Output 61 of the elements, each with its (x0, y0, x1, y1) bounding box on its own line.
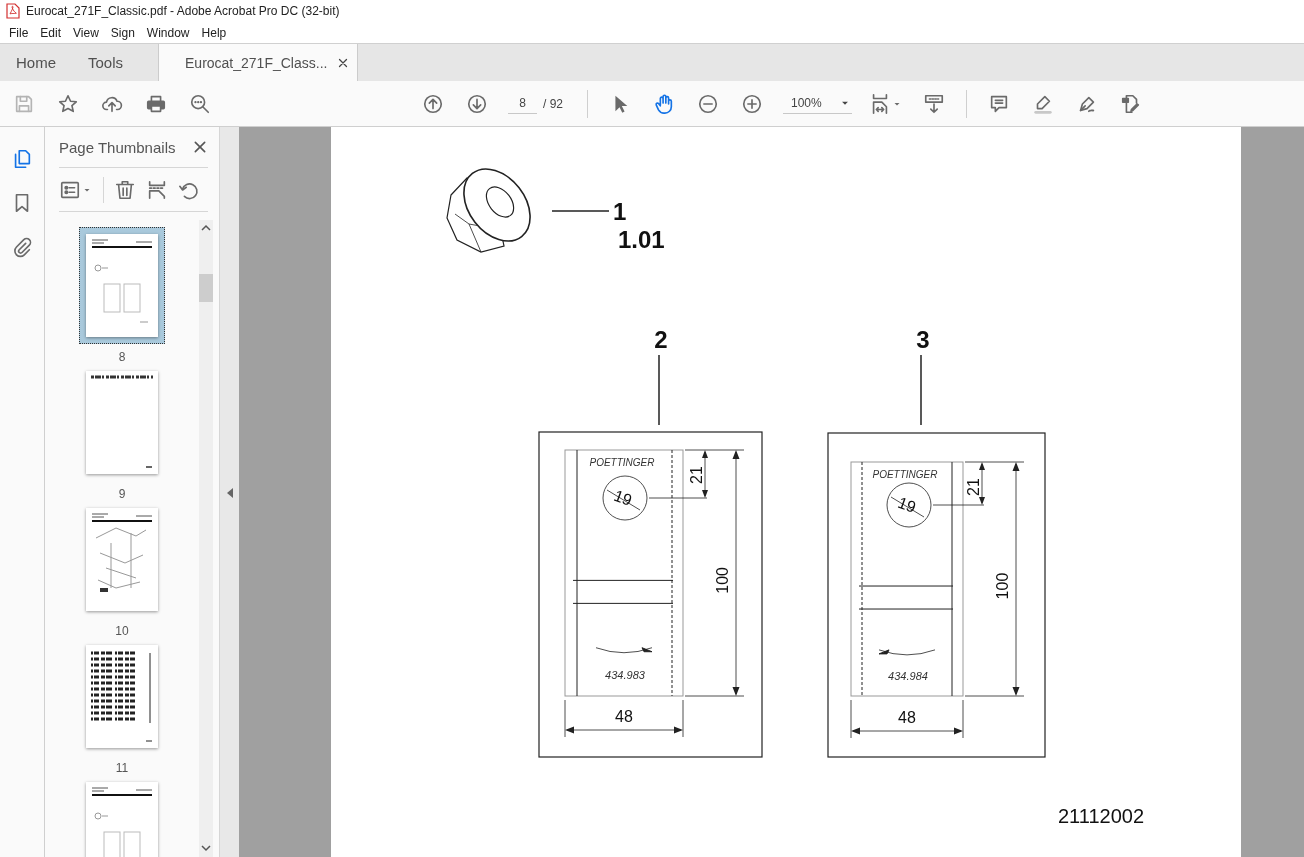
close-icon[interactable] (337, 56, 350, 69)
page-count: / 92 (543, 96, 564, 111)
star-icon[interactable] (57, 92, 79, 115)
page-thumbnail[interactable] (86, 371, 158, 474)
hand-icon[interactable] (653, 92, 675, 115)
part-number: 1.01 (618, 226, 665, 253)
zoom-field[interactable]: 100% (783, 93, 852, 114)
page-thumbnail[interactable] (86, 782, 158, 857)
search-icon[interactable] (189, 92, 211, 115)
dimension-text: 19 (895, 493, 919, 516)
dimension-text: 21 (688, 466, 705, 484)
page-label: 10 (115, 624, 129, 638)
document-tab[interactable]: Eurocat_271F_Class... (158, 44, 359, 81)
pdf-file-icon (6, 3, 20, 19)
dimension-text: 21 (965, 478, 982, 496)
window-title: Eurocat_271F_Classic.pdf - Adobe Acrobat Pro DC (32-bit) (26, 4, 340, 18)
collapse-icon[interactable] (225, 486, 234, 499)
dimension-text: 100 (714, 567, 731, 594)
close-icon[interactable] (192, 139, 208, 155)
zoom-out-icon[interactable] (697, 92, 719, 115)
scrollbar[interactable] (199, 220, 213, 857)
dimension-text: 19 (611, 486, 635, 509)
scroll-mode-icon[interactable] (923, 92, 945, 115)
brand-text: POETTINGER (589, 457, 655, 468)
edit-document-icon[interactable] (1120, 92, 1142, 115)
menu-item[interactable]: View (67, 25, 105, 40)
menu-item[interactable]: Edit (34, 25, 68, 40)
drawing-number: 21112002 (1058, 805, 1144, 827)
menu-item[interactable]: Help (195, 25, 233, 40)
menu-item[interactable]: Window (140, 25, 196, 40)
page-label: 11 (115, 761, 129, 775)
part-number: 1 (613, 198, 627, 225)
nav-tab[interactable]: Home (0, 44, 72, 81)
panel-title: Page Thumbnails (59, 138, 176, 156)
dimension-text: 48 (615, 708, 633, 725)
scroll-down-icon[interactable] (199, 842, 213, 854)
page-thumbnail[interactable] (86, 508, 158, 611)
part-number: 2 (654, 326, 668, 353)
page-label: 8 (118, 350, 126, 364)
part-code: 434.983 (605, 668, 645, 681)
zoom-in-icon[interactable] (741, 92, 763, 115)
part-number: 3 (916, 326, 930, 353)
extract-icon[interactable] (146, 178, 168, 201)
page-label: 9 (118, 487, 126, 501)
menu-item[interactable]: Sign (104, 25, 141, 40)
trash-icon[interactable] (114, 178, 136, 201)
page-number-field[interactable]: 8 (508, 93, 537, 114)
leader-line (920, 354, 922, 426)
scrollbar-thumb[interactable] (199, 274, 213, 302)
paperclip-icon[interactable] (11, 236, 33, 258)
thumbnail-frame[interactable] (79, 227, 165, 344)
nav-tab[interactable]: Tools (72, 44, 144, 81)
page-thumbnail[interactable] (86, 645, 158, 748)
part-code: 434.984 (888, 669, 928, 682)
dimension-text: 48 (898, 709, 916, 726)
menu-item[interactable]: File (3, 25, 35, 40)
leader-line (658, 354, 660, 426)
leader-line (551, 210, 610, 212)
brand-text: POETTINGER (872, 469, 938, 480)
dimension-text: 100 (994, 572, 1011, 600)
page-thumbnail[interactable] (86, 234, 158, 337)
